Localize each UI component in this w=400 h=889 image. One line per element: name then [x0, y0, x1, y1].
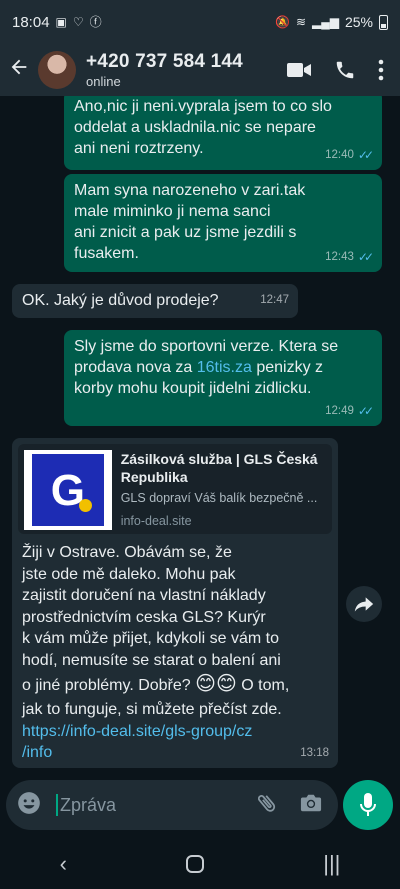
- message-time: 12:49: [325, 405, 354, 417]
- message-text: penizky z: [251, 359, 324, 376]
- link-preview-domain: info-deal.site: [120, 514, 192, 528]
- link-preview-title: Zásilková služba | GLS Česká: [120, 451, 318, 467]
- message-line: jste ode mě daleko. Mohu pak: [22, 565, 236, 583]
- chat-area[interactable]: Ano,nic ji neni.vyprala jsem to co slo o…: [0, 96, 400, 776]
- status-time: 18:04: [12, 13, 50, 31]
- composer: Zpráva: [0, 776, 400, 838]
- status-bar: 18:04 ▣ ♡ ⓕ 🔕 ≋ ▂▄▆ 25%: [0, 0, 400, 44]
- message-text: O tom,: [236, 677, 290, 694]
- message-line: prodava nova za 16tis.za penizky z: [74, 357, 372, 378]
- message-line: Mam syna narozeneho v zari.tak: [74, 182, 306, 199]
- gallery-notification-icon: ▣: [55, 15, 67, 29]
- more-icon[interactable]: [378, 59, 384, 81]
- message-line: zajistit doručení na vlastní náklady: [22, 587, 266, 604]
- message-line: hodí, nemusíte se starat o balení ani: [22, 651, 281, 669]
- forward-icon: [354, 597, 374, 612]
- contact-avatar[interactable]: [38, 51, 76, 89]
- nav-home-icon[interactable]: [186, 854, 205, 873]
- message-line: k vám může přijet, kdykoli se vám to: [22, 630, 279, 647]
- facebook-notification-icon: ⓕ: [89, 15, 102, 29]
- message-line: prostřednictvím ceska GLS? Kurýr: [22, 608, 266, 626]
- message-line: o jiné problémy. Dobře? 😊😊 O tom,: [22, 671, 328, 699]
- read-ticks-icon: ✓✓: [357, 404, 374, 418]
- message-line: Sly jsme do sportovni verze. Ktera se: [74, 338, 339, 355]
- contact-info[interactable]: +420 737 584 144 online: [86, 51, 243, 89]
- contact-name: +420 737 584 144: [86, 51, 243, 72]
- message-line: oddelat a uskladnila.nic se nepare: [74, 119, 316, 136]
- smiley-emoji: 😊😊: [195, 673, 237, 695]
- message-bubble-incoming[interactable]: G Zásilková služba | GLS Česká Republika…: [12, 438, 338, 768]
- message-input[interactable]: Zpráva: [56, 794, 258, 816]
- read-ticks-icon: ✓✓: [357, 250, 374, 264]
- mic-icon: [360, 793, 376, 816]
- forward-button[interactable]: [346, 586, 382, 622]
- signal-icon: ▂▄▆: [312, 15, 339, 29]
- message-line: Ano,nic ji neni.vyprala jsem to co slo: [74, 98, 332, 115]
- nav-back-icon[interactable]: ‹: [60, 851, 67, 877]
- message-time: 12:40: [325, 149, 354, 161]
- battery-level: 25%: [344, 14, 373, 30]
- nav-recents-icon[interactable]: |||: [323, 851, 340, 877]
- link-preview[interactable]: G Zásilková služba | GLS Česká Republika…: [18, 444, 332, 534]
- message-line: korby mohu koupit jidelni zidlicku.: [74, 380, 312, 397]
- gls-logo: G: [31, 454, 104, 526]
- mic-button[interactable]: [343, 780, 393, 830]
- link-preview-title: Republika: [120, 469, 188, 485]
- message-text: o jiné problémy. Dobře?: [22, 677, 196, 694]
- message-text: prodava nova za: [74, 359, 197, 376]
- message-time: 13:18: [300, 747, 329, 759]
- message-time: 12:43: [325, 251, 354, 263]
- message-line: OK. Jaký je důvod prodeje?: [22, 292, 219, 309]
- emoji-icon[interactable]: [16, 790, 42, 821]
- back-arrow-icon[interactable]: [8, 56, 34, 85]
- message-link[interactable]: 16tis.za: [197, 359, 252, 376]
- system-nav-bar: ‹ |||: [0, 838, 400, 889]
- message-line: ani znicit a pak uz jsme jezdili s: [74, 224, 297, 241]
- battery-icon: [379, 14, 388, 30]
- attach-icon[interactable]: [257, 791, 276, 820]
- message-bubble-outgoing[interactable]: Sly jsme do sportovni verze. Ktera se pr…: [64, 330, 382, 426]
- video-call-icon[interactable]: [286, 60, 312, 80]
- message-input-container[interactable]: Zpráva: [6, 780, 338, 830]
- mute-icon: 🔕: [274, 15, 290, 29]
- wifi-icon: ≋: [295, 15, 306, 29]
- message-time: 12:47: [260, 294, 289, 306]
- message-bubble-outgoing[interactable]: Mam syna narozeneho v zari.tak male mimi…: [64, 174, 382, 272]
- link-preview-thumbnail: G: [24, 450, 112, 530]
- message-line: jak to funguje, si můžete přečíst zde.: [22, 701, 282, 718]
- message-link[interactable]: https://info-deal.site/gls-group/cz: [22, 721, 328, 743]
- gls-logo-letter: G: [50, 465, 85, 515]
- message-bubble-incoming[interactable]: OK. Jaký je důvod prodeje? 12:47: [12, 284, 298, 318]
- message-line: male miminko ji nema sanci: [74, 203, 271, 220]
- read-ticks-icon: ✓✓: [357, 148, 374, 162]
- chat-header: +420 737 584 144 online: [0, 44, 400, 96]
- message-link[interactable]: /info: [22, 742, 328, 764]
- heart-notification-icon: ♡: [72, 15, 84, 29]
- message-line: Žiji v Ostrave. Obávám se, že: [22, 544, 232, 561]
- camera-icon[interactable]: [300, 793, 322, 818]
- contact-presence: online: [86, 74, 121, 89]
- link-preview-description: GLS dopraví Váš balík bezpečně ...: [120, 491, 318, 505]
- phone-icon[interactable]: [334, 59, 356, 81]
- message-bubble-outgoing[interactable]: Ano,nic ji neni.vyprala jsem to co slo o…: [64, 96, 382, 170]
